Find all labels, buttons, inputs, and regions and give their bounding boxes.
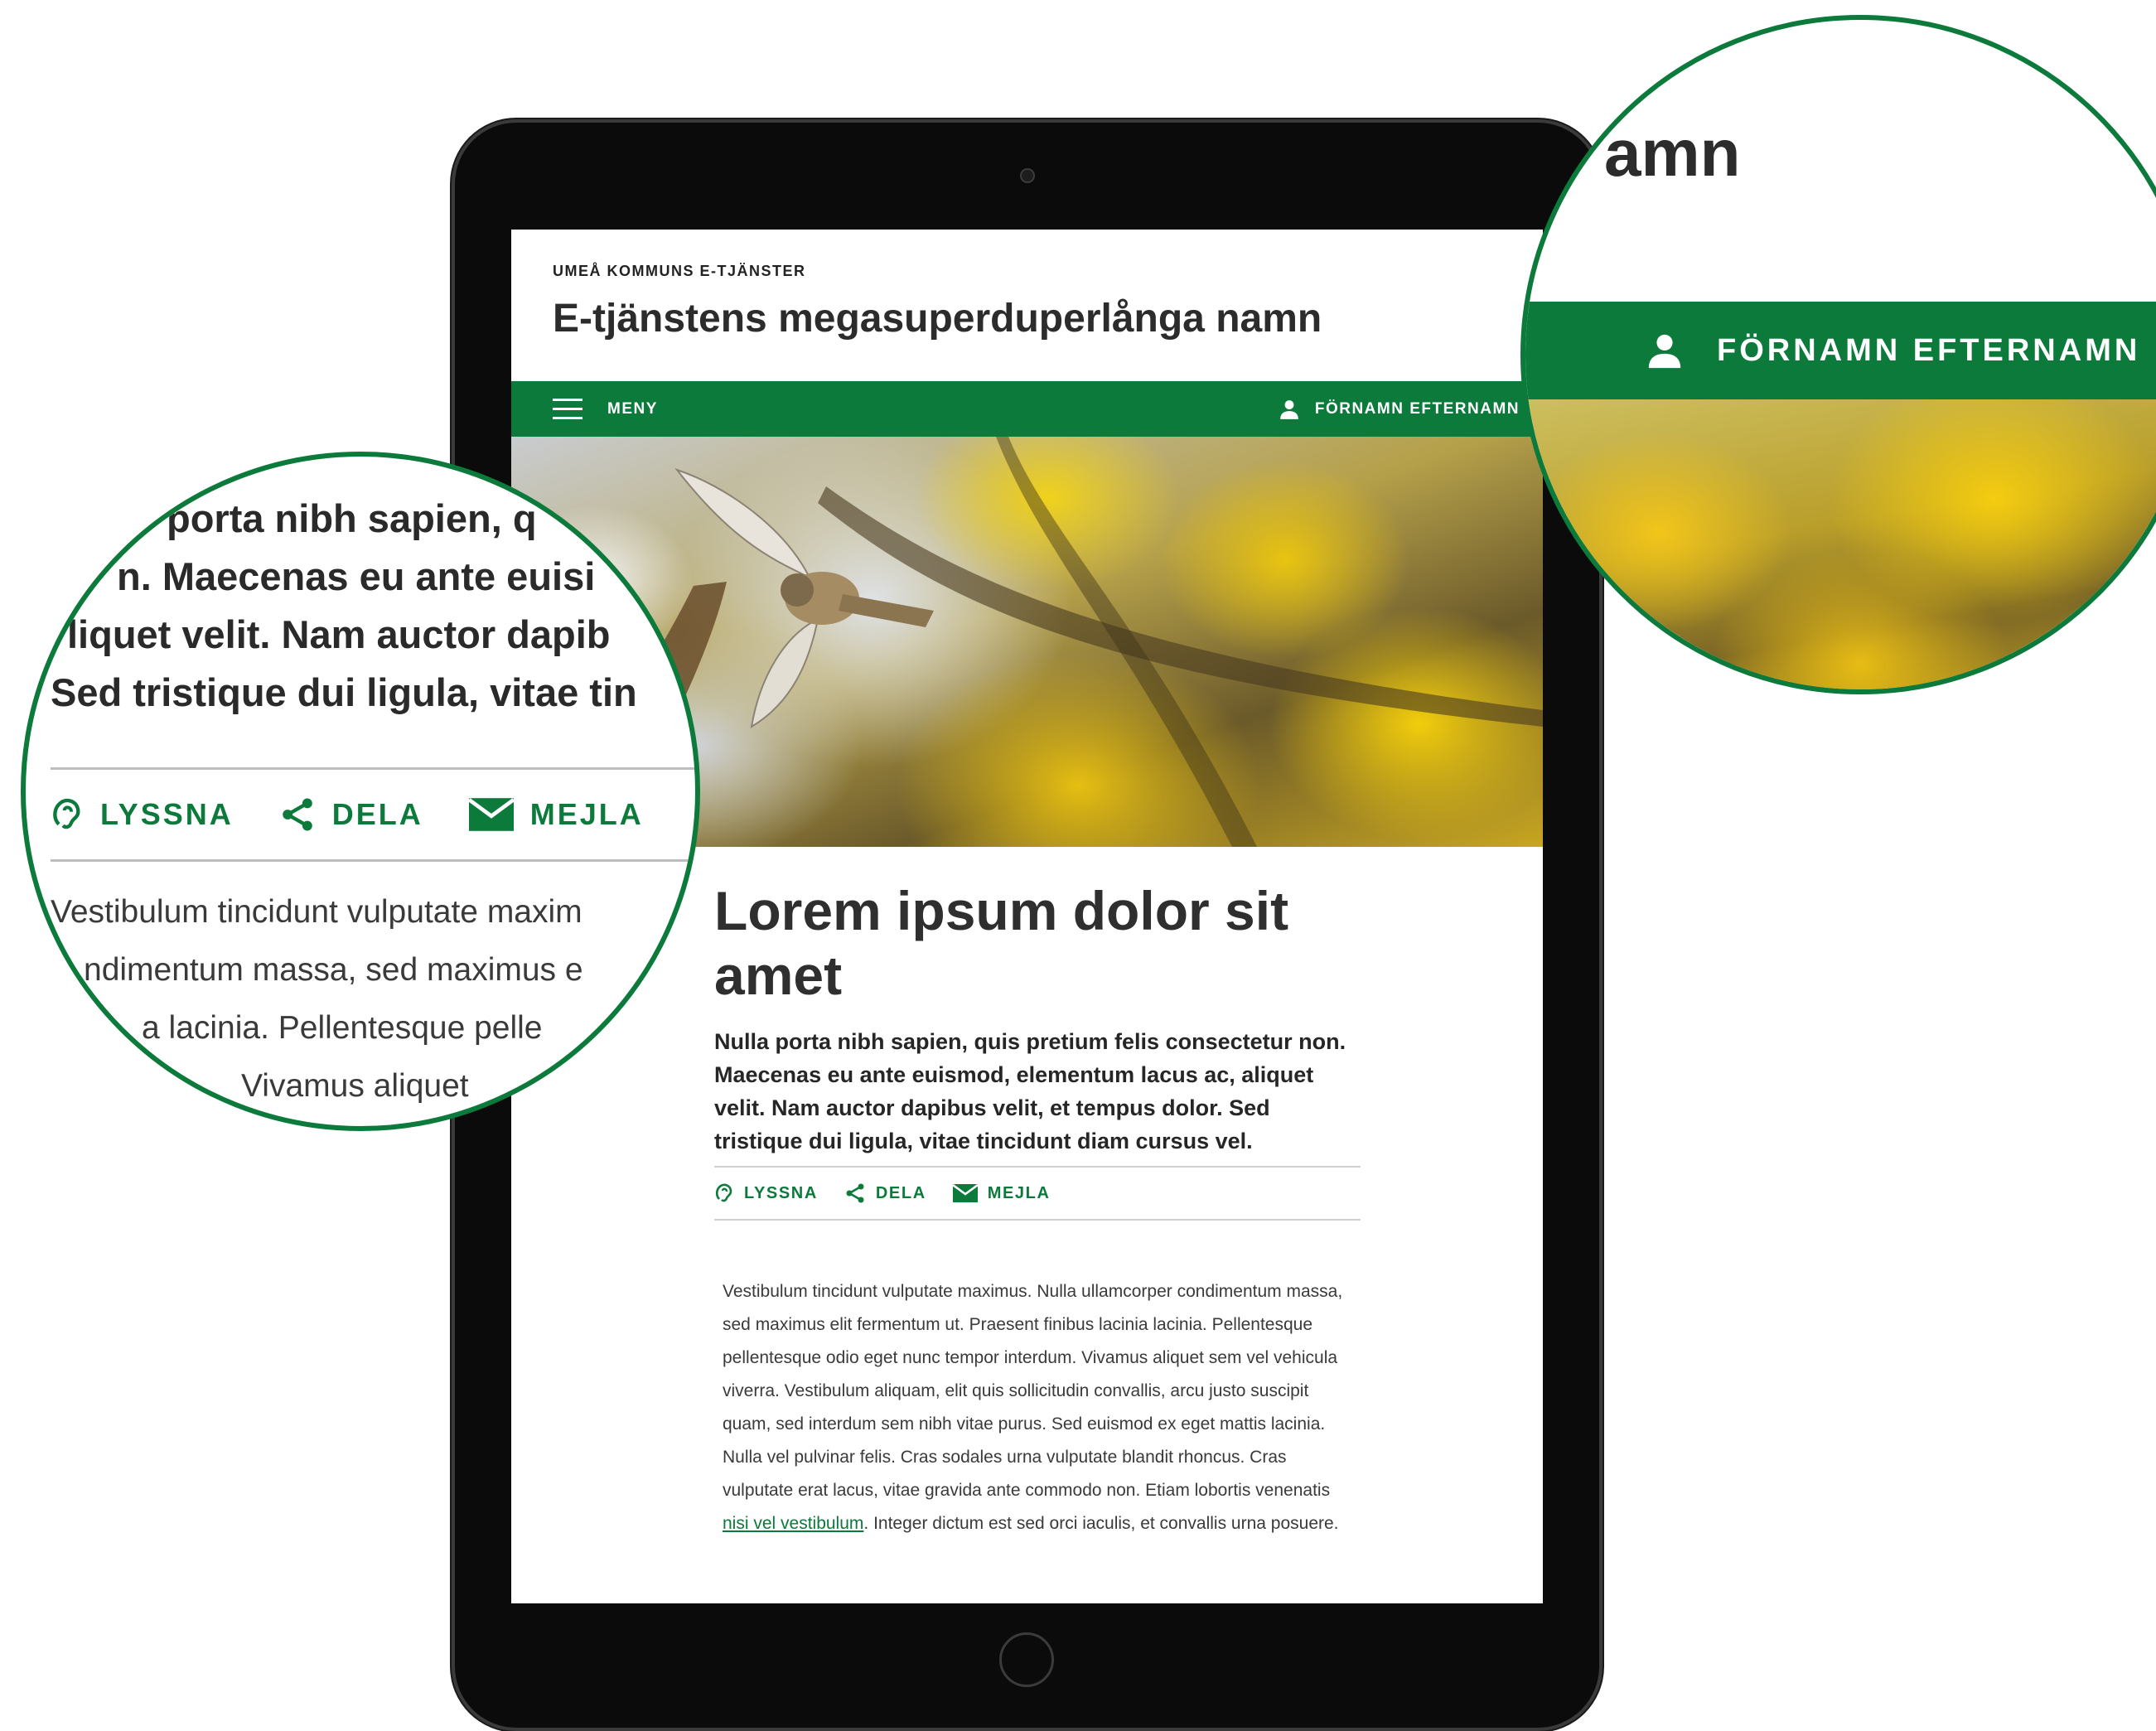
listen-button[interactable]: LYSSNA	[714, 1182, 818, 1204]
zoom-user-button[interactable]: FÖRNAMN EFTERNAMN	[1646, 302, 2140, 399]
share-icon	[846, 1183, 864, 1203]
navbar: MENY FÖRNAMN EFTERNAMN	[511, 381, 1543, 437]
menu-icon	[553, 398, 583, 420]
zoom-callout-actions: porta nibh sapien, q n. Maecenas eu ante…	[21, 452, 700, 1131]
body-text-end: . Integer dictum est sed orci iaculis, e…	[863, 1514, 1339, 1533]
share-icon	[282, 798, 312, 831]
article-body: Vestibulum tincidunt vulputate maximus. …	[723, 1275, 1352, 1540]
article-lead: Nulla porta nibh sapien, quis pretium fe…	[714, 1029, 1346, 1153]
zoom-lead-text: porta nibh sapien, q n. Maecenas eu ante…	[51, 490, 695, 722]
menu-label: MENY	[607, 399, 658, 418]
share-label: DELA	[875, 1183, 926, 1202]
listen-icon	[715, 1183, 732, 1202]
zoom-hero-image	[1525, 399, 2156, 689]
listen-icon	[53, 798, 80, 829]
zoom-email-label: MEJLA	[529, 797, 644, 831]
listen-label: LYSSNA	[744, 1183, 818, 1202]
zoom-user-label: FÖRNAMN EFTERNAMN	[1717, 332, 2141, 368]
zoom-lead-line: Sed tristique dui ligula, vitae tin	[51, 670, 637, 714]
zoom-body-line: ndimentum massa, sed maximus e	[84, 952, 583, 988]
zoom-lead-line: porta nibh sapien, q	[167, 496, 537, 540]
email-label: MEJLA	[987, 1183, 1051, 1202]
zoom-navbar: FÖRNAMN EFTERNAMN	[1525, 302, 2156, 399]
email-button[interactable]: MEJLA	[952, 1183, 1051, 1203]
zoom-share-label: DELA	[331, 797, 423, 831]
menu-button[interactable]: MENY	[553, 381, 658, 437]
site-header: UMEÅ KOMMUNS E-TJÄNSTER E-tjänstens mega…	[511, 230, 1543, 381]
zoom-body-text: Vestibulum tincidunt vulputate maxim ndi…	[51, 883, 695, 1115]
zoom-body-line: a lacinia. Pellentesque pelle	[142, 1010, 543, 1046]
zoom-body-line: Vivamus aliquet	[241, 1068, 469, 1104]
zoom-actions: LYSSNA DELA MEJLA	[51, 767, 695, 862]
org-name: UMEÅ KOMMUNS E-TJÄNSTER	[553, 263, 806, 279]
article-title: Lorem ipsum dolor sit amet	[714, 880, 1289, 1006]
body-text-start: Vestibulum tincidunt vulputate maximus. …	[723, 1282, 1343, 1500]
camera-lens	[1020, 168, 1035, 183]
service-title: E-tjänstens megasuperduperlånga namn	[553, 297, 1322, 341]
zoom-lead-line: liquet velit. Nam auctor dapib	[67, 612, 611, 656]
zoom-email-button[interactable]: MEJLA	[468, 797, 644, 832]
article-actions: LYSSNA DELA MEJLA	[714, 1166, 1361, 1221]
share-button[interactable]: DELA	[844, 1182, 926, 1204]
zoom-callout-user: amn FÖRNAMN EFTERNAMN	[1520, 15, 2156, 694]
zoom-lead-line: n. Maecenas eu ante euisi	[117, 554, 596, 598]
user-icon	[1280, 399, 1298, 419]
body-link[interactable]: nisi vel vestibulum	[723, 1514, 863, 1533]
user-name-label: FÖRNAMN EFTERNAMN	[1314, 399, 1520, 418]
mail-icon	[468, 798, 514, 831]
zoom-share-button[interactable]: DELA	[279, 796, 423, 833]
home-button[interactable]	[999, 1632, 1054, 1687]
zoom-listen-label: LYSSNA	[100, 797, 234, 831]
zoom-listen-button[interactable]: LYSSNA	[51, 796, 234, 833]
user-account-button[interactable]: FÖRNAMN EFTERNAMN	[1279, 381, 1520, 437]
zoom-title-fragment: amn	[1604, 116, 1741, 190]
mail-icon	[952, 1184, 978, 1202]
zoom-body-line: Vestibulum tincidunt vulputate maxim	[51, 894, 583, 930]
user-icon	[1648, 334, 1681, 369]
